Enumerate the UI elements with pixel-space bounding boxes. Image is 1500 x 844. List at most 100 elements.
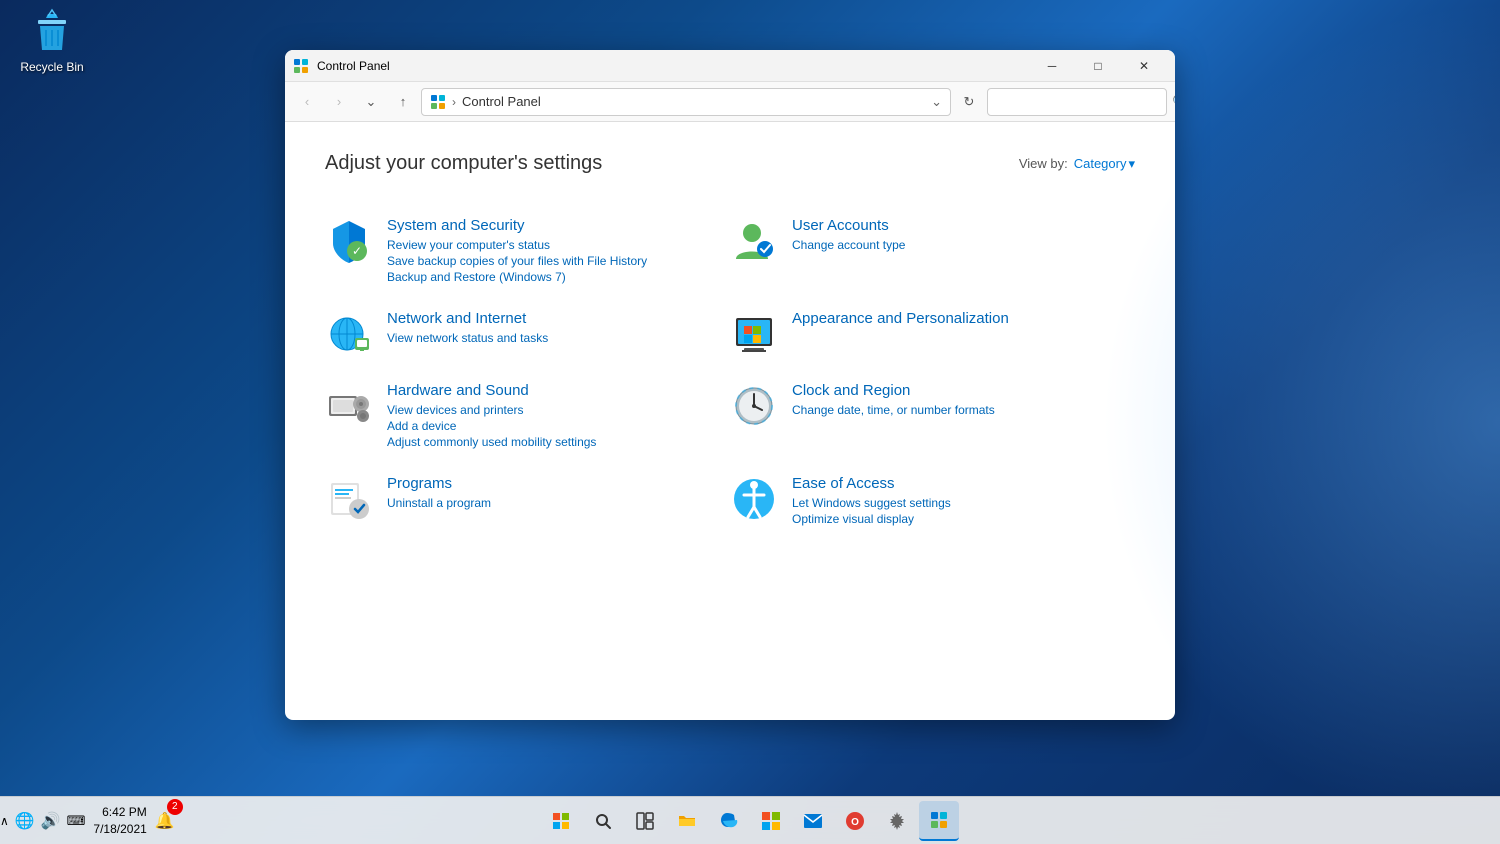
visual-display-link[interactable]: Optimize visual display [792, 512, 1119, 526]
review-status-link[interactable]: Review your computer's status [387, 238, 714, 252]
windows-suggest-link[interactable]: Let Windows suggest settings [792, 496, 1119, 510]
keyboard-icon[interactable]: ⌨ [67, 813, 86, 829]
titlebar: Control Panel ─ □ ✕ [285, 50, 1175, 82]
hardware-sound-title[interactable]: Hardware and Sound [387, 382, 714, 399]
clock-region-icon [730, 382, 778, 430]
file-explorer-icon [677, 812, 697, 830]
file-explorer-button[interactable] [667, 801, 707, 841]
categories-grid: ✓ System and Security Review your comput… [325, 205, 1135, 540]
settings-button[interactable] [877, 801, 917, 841]
system-security-title[interactable]: System and Security [387, 217, 714, 234]
control-panel-taskbar-icon [930, 811, 948, 829]
forward-button[interactable]: › [325, 88, 353, 116]
address-field[interactable]: › Control Panel ⌄ [421, 88, 951, 116]
ease-access-icon [730, 475, 778, 523]
taskbar-search-icon [594, 812, 612, 830]
control-panel-taskbar-button[interactable] [919, 801, 959, 841]
appearance-title[interactable]: Appearance and Personalization [792, 310, 1119, 327]
recent-locations-button[interactable]: ⌄ [357, 88, 385, 116]
programs-content: Programs Uninstall a program [387, 475, 714, 512]
notification-area[interactable]: 🔔 2 [155, 811, 183, 831]
recycle-bin-icon [28, 8, 76, 56]
devices-printers-link[interactable]: View devices and printers [387, 403, 714, 417]
store-icon [761, 811, 781, 831]
change-account-link[interactable]: Change account type [792, 238, 1119, 252]
page-header: Adjust your computer's settings View by:… [325, 152, 1135, 175]
window-controls: ─ □ ✕ [1029, 50, 1167, 82]
office-icon: O [845, 811, 865, 831]
view-by-dropdown-icon: ▾ [1128, 156, 1135, 172]
taskbar: O ∧ [0, 796, 1500, 844]
category-programs: Programs Uninstall a program [325, 463, 730, 540]
settings-icon [887, 811, 907, 831]
network-internet-content: Network and Internet View network status… [387, 310, 714, 347]
view-by-value[interactable]: Category ▾ [1074, 156, 1135, 172]
search-box[interactable]: 🔍 [987, 88, 1167, 116]
hardware-sound-content: Hardware and Sound View devices and prin… [387, 382, 714, 451]
category-hardware-sound: Hardware and Sound View devices and prin… [325, 370, 730, 463]
window-title: Control Panel [317, 59, 1029, 73]
control-panel-window: Control Panel ─ □ ✕ ‹ › ⌄ ↑ › Control [285, 50, 1175, 720]
maximize-button[interactable]: □ [1075, 50, 1121, 82]
close-button[interactable]: ✕ [1121, 50, 1167, 82]
category-system-security: ✓ System and Security Review your comput… [325, 205, 730, 298]
taskbar-search-button[interactable] [583, 801, 623, 841]
ease-access-title[interactable]: Ease of Access [792, 475, 1119, 492]
network-icon[interactable]: 🌐 [15, 811, 35, 831]
programs-title[interactable]: Programs [387, 475, 714, 492]
mail-icon [803, 813, 823, 829]
network-internet-title[interactable]: Network and Internet [387, 310, 714, 327]
edge-browser-button[interactable] [709, 801, 749, 841]
date-display: 7/18/2021 [93, 821, 146, 838]
minimize-button[interactable]: ─ [1029, 50, 1075, 82]
address-dropdown-icon[interactable]: ⌄ [931, 94, 942, 110]
edge-icon [719, 811, 739, 831]
show-hidden-icons-button[interactable]: ∧ [0, 814, 9, 828]
time-display: 6:42 PM [93, 804, 146, 821]
system-security-icon: ✓ [325, 217, 373, 265]
page-title: Adjust your computer's settings [325, 152, 602, 175]
recycle-bin[interactable]: Recycle Bin [12, 8, 92, 74]
category-network-internet: Network and Internet View network status… [325, 298, 730, 370]
backup-files-link[interactable]: Save backup copies of your files with Fi… [387, 254, 714, 268]
user-accounts-title[interactable]: User Accounts [792, 217, 1119, 234]
clock-region-title[interactable]: Clock and Region [792, 382, 1119, 399]
mail-button[interactable] [793, 801, 833, 841]
refresh-button[interactable]: ↻ [955, 88, 983, 116]
taskbar-center: O [541, 801, 959, 841]
category-ease-access: Ease of Access Let Windows suggest setti… [730, 463, 1135, 540]
address-bar: ‹ › ⌄ ↑ › Control Panel ⌄ ↻ 🔍 [285, 82, 1175, 122]
task-view-icon [636, 812, 654, 830]
user-accounts-content: User Accounts Change account type [792, 217, 1119, 254]
svg-text:✓: ✓ [352, 244, 362, 258]
control-panel-icon [293, 58, 309, 74]
view-by-category: Category [1074, 156, 1127, 171]
backup-restore-link[interactable]: Backup and Restore (Windows 7) [387, 270, 714, 284]
appearance-content: Appearance and Personalization [792, 310, 1119, 331]
microsoft-store-button[interactable] [751, 801, 791, 841]
volume-icon[interactable]: 🔊 [41, 811, 61, 831]
system-tray: ∧ 🌐 🔊 ⌨ [0, 811, 85, 831]
ease-access-content: Ease of Access Let Windows suggest setti… [792, 475, 1119, 528]
appearance-icon [730, 310, 778, 358]
add-device-link[interactable]: Add a device [387, 419, 714, 433]
address-path: Control Panel [462, 94, 541, 109]
hardware-sound-icon [325, 382, 373, 430]
network-status-link[interactable]: View network status and tasks [387, 331, 714, 345]
date-time-link[interactable]: Change date, time, or number formats [792, 403, 1119, 417]
view-by-control: View by: Category ▾ [1019, 156, 1135, 172]
start-button[interactable] [541, 801, 581, 841]
clock-region-content: Clock and Region Change date, time, or n… [792, 382, 1119, 419]
user-accounts-icon [730, 217, 778, 265]
search-input[interactable] [996, 94, 1172, 109]
task-view-button[interactable] [625, 801, 665, 841]
address-separator: › [452, 95, 456, 109]
category-appearance: Appearance and Personalization [730, 298, 1135, 370]
back-button[interactable]: ‹ [293, 88, 321, 116]
clock[interactable]: 6:42 PM 7/18/2021 [93, 804, 146, 838]
mobility-settings-link[interactable]: Adjust commonly used mobility settings [387, 435, 714, 449]
up-button[interactable]: ↑ [389, 88, 417, 116]
office-button[interactable]: O [835, 801, 875, 841]
view-by-label: View by: [1019, 156, 1068, 171]
uninstall-link[interactable]: Uninstall a program [387, 496, 714, 510]
